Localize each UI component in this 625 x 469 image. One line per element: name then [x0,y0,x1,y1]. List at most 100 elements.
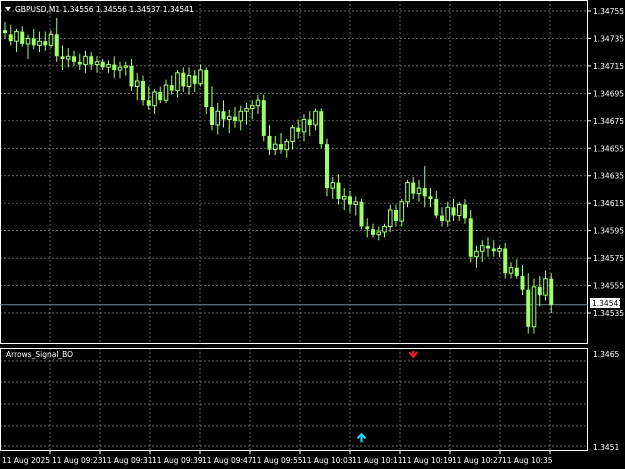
candle[interactable] [497,245,502,257]
candle[interactable] [25,34,31,60]
candle[interactable] [549,273,554,313]
candle[interactable] [520,264,525,296]
candle[interactable] [503,242,508,279]
candle[interactable] [491,240,496,257]
candle[interactable] [37,31,42,53]
candle[interactable] [186,67,192,95]
candle[interactable] [543,270,548,301]
candle[interactable] [204,67,209,114]
candle[interactable] [14,28,19,53]
candle[interactable] [221,100,226,128]
candle[interactable] [411,177,416,200]
candle[interactable] [89,52,94,71]
candle[interactable] [163,79,169,103]
candle[interactable] [307,111,312,136]
candle[interactable] [313,108,318,131]
candle[interactable] [508,262,514,279]
candle[interactable] [238,105,244,131]
candle[interactable] [255,94,261,114]
candle[interactable] [158,86,163,103]
candle-body [238,110,244,122]
candle[interactable] [106,60,111,73]
candle[interactable] [514,259,519,279]
candle[interactable] [416,179,422,202]
candle[interactable] [129,59,134,91]
candle[interactable] [54,17,59,62]
candle[interactable] [474,245,479,268]
trading-chart[interactable]: 1.34755 1.34735 1.34715 1.34695 1.34675 1.346… [0,0,625,469]
candle[interactable] [463,199,467,224]
candle[interactable] [325,138,329,197]
candle[interactable] [267,124,272,156]
candle[interactable] [537,275,542,307]
candle[interactable] [399,199,405,227]
candle[interactable] [526,273,531,334]
candle[interactable] [341,188,347,211]
candle[interactable] [123,61,129,76]
candle[interactable] [451,199,456,222]
candle[interactable] [365,218,370,238]
candle[interactable] [169,75,174,95]
candle[interactable] [440,207,444,227]
candle[interactable] [31,28,36,50]
candle[interactable] [422,166,427,208]
candle[interactable] [152,89,157,114]
candle[interactable] [456,201,462,222]
candle-body [526,289,531,327]
candle-body [428,196,433,200]
candle[interactable] [60,45,65,71]
candle[interactable] [479,240,485,263]
candle[interactable] [272,135,278,156]
candle[interactable] [348,190,352,213]
candle[interactable] [192,70,197,92]
triangle-down-icon[interactable] [5,7,11,11]
candle[interactable] [279,133,283,154]
candle[interactable] [226,109,232,134]
candle[interactable] [77,53,82,71]
candle[interactable] [65,48,71,68]
candle[interactable] [330,177,336,200]
candle[interactable] [387,204,393,233]
candle[interactable] [382,223,387,238]
candle[interactable] [3,21,7,39]
symbol-header[interactable]: GBPUSD,M1 1.34556 1.34556 1.34537 1.3454… [5,5,194,14]
candle[interactable] [359,199,364,230]
candle[interactable] [83,50,88,73]
candle[interactable] [198,64,203,87]
candle[interactable] [531,278,537,334]
candle[interactable] [8,24,13,46]
candle[interactable] [445,201,451,227]
time-tick-label: 11 Aug 2025 [2,456,50,465]
candle[interactable] [244,102,249,125]
candle[interactable] [94,56,100,73]
candle[interactable] [233,107,237,128]
candle[interactable] [336,174,341,205]
candle[interactable] [112,56,117,79]
candle[interactable] [117,61,123,79]
candle[interactable] [468,210,473,263]
candle[interactable] [215,102,221,135]
candle[interactable] [434,190,439,219]
candle[interactable] [249,100,255,120]
candle[interactable] [371,223,375,238]
candle[interactable] [301,113,307,142]
candle[interactable] [141,75,145,106]
candle[interactable] [20,26,25,47]
candle[interactable] [296,119,301,139]
candle[interactable] [284,138,290,158]
candle[interactable] [394,204,398,227]
candle[interactable] [319,108,324,149]
candle[interactable] [100,59,105,71]
candle[interactable] [428,188,433,208]
candle[interactable] [353,196,359,216]
candle-body [14,31,19,42]
candle[interactable] [261,94,266,142]
candle[interactable] [146,86,151,110]
candle[interactable] [134,72,140,101]
candle[interactable] [290,124,295,150]
candle[interactable] [376,226,382,241]
candle[interactable] [486,237,490,257]
candle[interactable] [181,67,186,92]
candle[interactable] [43,31,48,51]
candle[interactable] [72,50,76,66]
